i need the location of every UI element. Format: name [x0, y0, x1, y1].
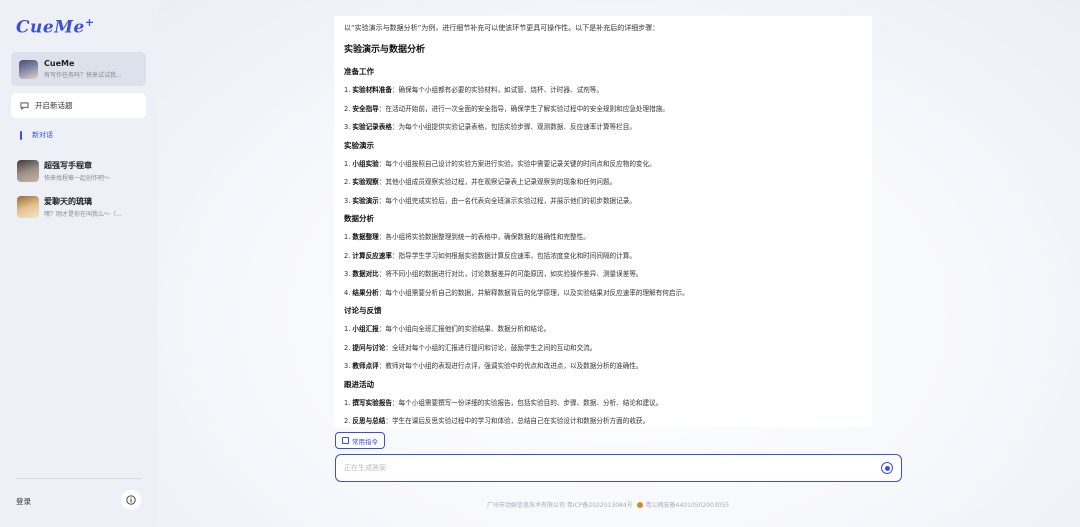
list-item: 3. 实验演示：每个小组完成实验后，由一名代表向全班演示实验过程，并展示他们的初… [344, 195, 862, 205]
section-heading: 数据分析 [344, 214, 374, 223]
conversation-avatar [17, 160, 39, 182]
list-item-title: 小组汇报 [352, 325, 379, 333]
list-item-title: 实验记录表格 [352, 123, 392, 131]
list-item: 1. 小组实验：每个小组按照自己设计的实验方案进行实验。实验中需要记录关键的时间… [344, 158, 862, 168]
message-input-box[interactable] [335, 454, 902, 482]
list-item-text: ：全班对每个小组的汇报进行提问和讨论，鼓励学生之间的互动和交流。 [385, 343, 597, 352]
command-icon [342, 437, 349, 444]
list-item-text: ：确保每个小组都有必要的实验材料，如试管、烧杯、计时器、试剂等。 [391, 86, 603, 94]
list-item-title: 提问与讨论 [352, 343, 386, 352]
list-item: 1. 小组汇报：每个小组向全班汇报他们的实验结果、数据分析和结论。 [344, 323, 862, 333]
conversation-subtitle: 嘿？刚才是你在叫我么～（... [44, 211, 122, 218]
footer-icp[interactable]: 广州市动娱信息技术有限公司 粤ICP备2022013084号 [487, 500, 633, 509]
conversation-item-liuli[interactable]: 爱聊天的琉璃 嘿？刚才是你在叫我么～（... [17, 196, 147, 218]
answer-content: 以“实验演示与数据分析”为例，进行细节补充可以使该环节更具可操作性。以下是补充后… [334, 16, 872, 427]
list-item: 2. 计算反应速率：指导学生学习如何根据实验数据计算反应速率，包括浓度变化和时间… [344, 250, 862, 260]
list-item: 2. 实验观察：其他小组成员观察实验过程，并在观察记录表上记录观察到的现象和任何… [344, 176, 862, 186]
footer-police[interactable]: 粤公网安备44010502003055 [646, 500, 729, 509]
sidebar-divider [16, 478, 142, 479]
answer-title: 实验演示与数据分析 [344, 45, 426, 55]
info-glyph-icon [126, 495, 136, 505]
list-item-title: 教师点评 [352, 362, 379, 370]
footer: 广州市动娱信息技术有限公司 粤ICP备2022013084号 粤公网安备4401… [487, 500, 729, 509]
stop-generating-icon[interactable] [881, 462, 893, 474]
list-item-title: 实验演示 [352, 196, 379, 205]
conversation-avatar [17, 196, 39, 218]
chat-bubble-icon [20, 101, 29, 110]
list-item: 3. 教师点评：教师对每个小组的表现进行点评，强调实验中的优点和改进点，以及数据… [344, 360, 862, 370]
list-item-text: ：为每个小组提供实验记录表格，包括实验步骤、观测数据、反应速率计算等栏目。 [391, 123, 636, 131]
list-item-title: 反思与总结 [352, 417, 386, 425]
info-icon[interactable] [121, 490, 141, 510]
section-heading: 准备工作 [344, 67, 374, 76]
list-item: 2. 提问与讨论：全班对每个小组的汇报进行提问和讨论，鼓励学生之间的互动和交流。 [344, 342, 862, 352]
conversation-subtitle: 快来找程章一起创作吧～ [44, 175, 111, 182]
list-item: 1. 撰写实验报告：每个小组需要撰写一份详细的实验报告，包括实验目的、步骤、数据… [344, 397, 862, 407]
logo[interactable]: CueMe+ [16, 16, 95, 38]
list-item-title: 数据对比 [352, 270, 379, 278]
list-item-text: ：将不同小组的数据进行对比，讨论数据差异的可能原因，如实验操作差异、测量误差等。 [378, 270, 643, 278]
list-item: 1. 实验材料准备：确保每个小组都有必要的实验材料，如试管、烧杯、计时器、试剂等… [344, 84, 862, 94]
list-item: 2. 反思与总结：学生在课后反思实验过程中的学习和体验，总结自己在实验设计和数据… [344, 415, 862, 425]
list-item-text: ：学生在课后反思实验过程中的学习和体验，总结自己在实验设计和数据分析方面的收获。 [385, 417, 650, 425]
list-item-text: ：每个小组需要分析自己的数据，并解释数据背后的化学原理，以及实验结果对反应速率的… [378, 288, 689, 297]
logo-plus: + [84, 16, 95, 29]
list-item: 2. 安全指导：在活动开始前，进行一次全面的安全指导，确保学生了解实验过程中的安… [344, 103, 862, 113]
list-item: 1. 数据整理：各小组将实验数据整理到统一的表格中，确保数据的准确性和完整性。 [344, 231, 862, 241]
sidebar: CueMe+ CueMe 有写作任务吗？快来试试我... 开启新话题 新对话 超… [0, 0, 157, 527]
conversation-name: 爱聊天的琉璃 [44, 197, 92, 206]
section-heading: 实验演示 [344, 140, 374, 150]
list-item-text: ：每个小组按照自己设计的实验方案进行实验。实验中需要记录关键的时间点和反应物的变… [378, 159, 656, 168]
list-item-title: 实验材料准备 [352, 86, 392, 94]
list-item-title: 安全指导 [352, 104, 379, 113]
conversation-name: 超强写手程章 [44, 161, 92, 170]
bot-name: CueMe [44, 59, 75, 68]
list-item-text: ：指导学生学习如何根据实验数据计算反应速率，包括浓度变化和时间间隔的计算。 [391, 251, 636, 260]
conversation-item-writer[interactable]: 超强写手程章 快来找程章一起创作吧～ [17, 160, 147, 182]
message-input[interactable] [344, 464, 864, 472]
bot-subtitle: 有写作任务吗？快来试试我... [44, 72, 122, 79]
common-commands-label: 常用指令 [352, 437, 378, 446]
answer-sections: 准备工作 1. 实验材料准备：确保每个小组都有必要的实验材料，如试管、烧杯、计时器… [344, 66, 862, 425]
list-item-title: 实验观察 [352, 178, 379, 186]
section-heading: 讨论与反馈 [344, 306, 382, 315]
list-item-title: 计算反应速率 [352, 251, 392, 260]
section-heading: 跟进活动 [344, 379, 374, 389]
list-item-text: ：各小组将实验数据整理到统一的表格中，确保数据的准确性和完整性。 [378, 233, 590, 241]
list-item-text: ：教师对每个小组的表现进行点评，强调实验中的优点和改进点，以及数据分析的准确性。 [378, 362, 643, 370]
main-panel: 以“实验演示与数据分析”为例，进行细节补充可以使该环节更具可操作性。以下是补充后… [157, 0, 1080, 527]
list-item: 3. 实验记录表格：为每个小组提供实验记录表格，包括实验步骤、观测数据、反应速率… [344, 121, 862, 131]
logo-text: CueMe [16, 17, 85, 38]
bot-avatar [19, 59, 38, 79]
list-item-title: 小组实验 [352, 159, 379, 168]
bot-card-cueme[interactable]: CueMe 有写作任务吗？快来试试我... [11, 52, 146, 86]
police-badge-icon [636, 501, 643, 508]
list-item-title: 数据整理 [352, 233, 379, 241]
list-item: 4. 结果分析：每个小组需要分析自己的数据，并解释数据背后的化学原理，以及实验结… [344, 287, 862, 297]
list-item-title: 结果分析 [352, 288, 379, 297]
new-topic-label: 开启新话题 [35, 101, 73, 110]
list-item-text: ：在活动开始前，进行一次全面的安全指导，确保学生了解实验过程中的安全规则和应急处… [378, 104, 669, 113]
list-item-text: ：每个小组需要撰写一份详细的实验报告，包括实验目的、步骤、数据、分析、结论和建议… [391, 398, 663, 407]
new-topic-button[interactable]: 开启新话题 [11, 93, 146, 118]
active-indicator [20, 130, 22, 140]
sidebar-item-new-chat[interactable]: 新对话 [20, 130, 53, 140]
list-item-text: ：每个小组完成实验后，由一名代表向全班演示实验过程，并展示他们的初步数据记录。 [378, 196, 636, 205]
stop-dot [884, 465, 890, 471]
list-item: 3. 数据对比：将不同小组的数据进行对比，讨论数据差异的可能原因，如实验操作差异… [344, 268, 862, 278]
list-item-text: ：每个小组向全班汇报他们的实验结果、数据分析和结论。 [378, 325, 551, 333]
login-link[interactable]: 登录 [16, 496, 31, 507]
answer-intro: 以“实验演示与数据分析”为例，进行细节补充可以使该环节更具可操作性。以下是补充后… [344, 24, 660, 32]
list-item-title: 撰写实验报告 [352, 398, 392, 407]
list-item-text: ：其他小组成员观察实验过程，并在观察记录表上记录观察到的现象和任何问题。 [378, 178, 617, 186]
common-commands-button[interactable]: 常用指令 [335, 432, 385, 449]
new-chat-label: 新对话 [32, 131, 53, 139]
